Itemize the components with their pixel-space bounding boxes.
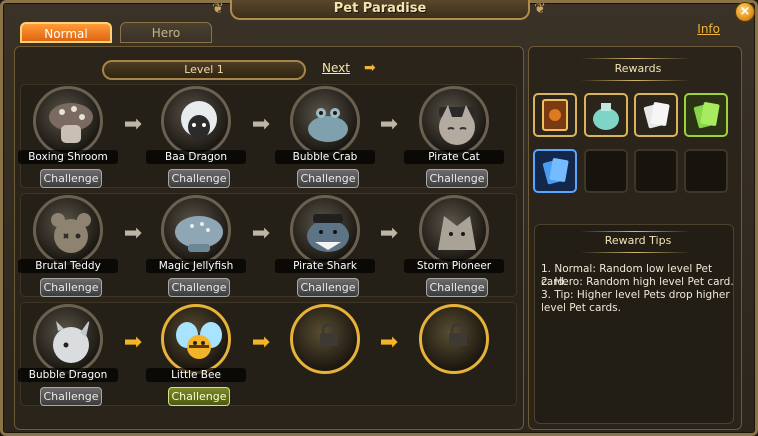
reward-slot[interactable] — [584, 93, 628, 137]
divider — [580, 252, 690, 253]
challenge-button[interactable]: Challenge — [297, 278, 359, 297]
reward-slot[interactable] — [533, 149, 577, 193]
green-card-pack-icon — [693, 102, 720, 129]
arrow-right-icon: ➡ — [251, 221, 271, 246]
title-ornament-left-icon: ❦ — [212, 1, 224, 17]
pet-name: Baa Dragon — [146, 150, 246, 164]
mushroom-icon — [49, 103, 93, 143]
title-ornament-right-icon: ❦ — [534, 1, 546, 17]
reward-slot[interactable] — [533, 93, 577, 137]
reward-tips-box — [534, 224, 734, 424]
pet-name: Little Bee — [146, 368, 246, 382]
arrow-right-icon: ➡ — [379, 221, 399, 246]
wolf-icon — [438, 216, 476, 250]
close-button[interactable]: × — [735, 2, 755, 22]
challenge-button[interactable]: Challenge — [168, 387, 230, 406]
card-pack-icon — [643, 102, 670, 129]
challenge-button[interactable]: Challenge — [168, 278, 230, 297]
title-bar: Pet Paradise — [230, 0, 530, 20]
pet-baa-dragon[interactable]: Baa Dragon Challenge — [146, 86, 246, 188]
empty-reward-slot — [634, 149, 678, 193]
pet-name: Brutal Teddy — [18, 259, 118, 273]
pet-name: Pirate Shark — [275, 259, 375, 273]
level-display: Level 1 — [102, 60, 306, 80]
challenge-button[interactable]: Challenge — [426, 169, 488, 188]
cat-icon — [439, 105, 475, 145]
pet-bubble-dragon[interactable]: Bubble Dragon Challenge — [18, 304, 118, 406]
reward-slot[interactable] — [634, 93, 678, 137]
divider — [580, 231, 690, 232]
divider — [580, 80, 690, 81]
teddy-icon — [51, 213, 91, 253]
crab-icon — [308, 108, 348, 142]
reward-tips-heading: Reward Tips — [604, 234, 672, 247]
tab-normal[interactable]: Normal — [20, 22, 112, 43]
arrow-right-icon: ➡ — [123, 221, 143, 246]
challenge-button[interactable]: Challenge — [40, 169, 102, 188]
shark-icon — [307, 214, 349, 252]
arrow-right-icon: ➡ — [123, 330, 143, 355]
tip-line: 3. Tip: Higher level Pets drop higher le… — [541, 289, 730, 314]
pet-pirate-cat[interactable]: Pirate Cat Challenge — [404, 86, 504, 188]
pet-name: Pirate Cat — [404, 150, 504, 164]
pet-name: Boxing Shroom — [18, 150, 118, 164]
lock-icon — [320, 323, 338, 346]
pet-name: Storm Pioneer — [404, 259, 504, 273]
tab-hero[interactable]: Hero — [120, 22, 212, 43]
next-level-link[interactable]: Next — [322, 61, 350, 75]
locked-pet-slot — [404, 304, 504, 404]
challenge-button[interactable]: Challenge — [297, 169, 359, 188]
arrow-right-icon: ➡ — [379, 330, 399, 355]
pet-brutal-teddy[interactable]: Brutal Teddy Challenge — [18, 195, 118, 297]
pet-name: Bubble Crab — [275, 150, 375, 164]
pet-name: Bubble Dragon — [18, 368, 118, 382]
blue-card-pack-icon — [542, 158, 569, 185]
pet-name: Magic Jellyfish — [146, 259, 246, 273]
empty-reward-slot — [684, 149, 728, 193]
pet-little-bee[interactable]: Little Bee Challenge — [146, 304, 246, 406]
challenge-button[interactable]: Challenge — [40, 278, 102, 297]
arrow-right-icon: ➡ — [123, 112, 143, 137]
challenge-button[interactable]: Challenge — [168, 169, 230, 188]
challenge-button[interactable]: Challenge — [426, 278, 488, 297]
pet-pirate-shark[interactable]: Pirate Shark Challenge — [275, 195, 375, 297]
potion-bag-icon — [593, 103, 619, 130]
challenge-button[interactable]: Challenge — [40, 387, 102, 406]
pet-storm-pioneer[interactable]: Storm Pioneer Challenge — [404, 195, 504, 297]
tip-line: 2. Hero: Random high level Pet card. — [541, 276, 734, 288]
arrow-right-icon: ➡ — [379, 112, 399, 137]
reward-slot[interactable] — [684, 93, 728, 137]
pet-bubble-crab[interactable]: Bubble Crab Challenge — [275, 86, 375, 188]
pet-magic-jellyfish[interactable]: Magic Jellyfish Challenge — [146, 195, 246, 297]
arrow-right-icon: ➡ — [251, 330, 271, 355]
sheep-icon — [181, 101, 217, 139]
divider — [580, 58, 690, 59]
info-link[interactable]: Info — [697, 22, 720, 36]
pet-boxing-shroom[interactable]: Boxing Shroom Challenge — [18, 86, 118, 188]
lock-icon — [449, 323, 467, 346]
locked-pet-slot — [275, 304, 375, 404]
jellyfish-icon — [175, 216, 223, 252]
next-arrow-icon[interactable]: ➡ — [364, 60, 376, 76]
rewards-heading: Rewards — [614, 62, 662, 75]
arrow-right-icon: ➡ — [251, 112, 271, 137]
dragon-icon — [53, 319, 90, 363]
window-title: Pet Paradise — [333, 0, 427, 16]
scroll-card-icon — [542, 99, 568, 131]
empty-reward-slot — [584, 149, 628, 193]
bee-icon — [176, 322, 222, 359]
